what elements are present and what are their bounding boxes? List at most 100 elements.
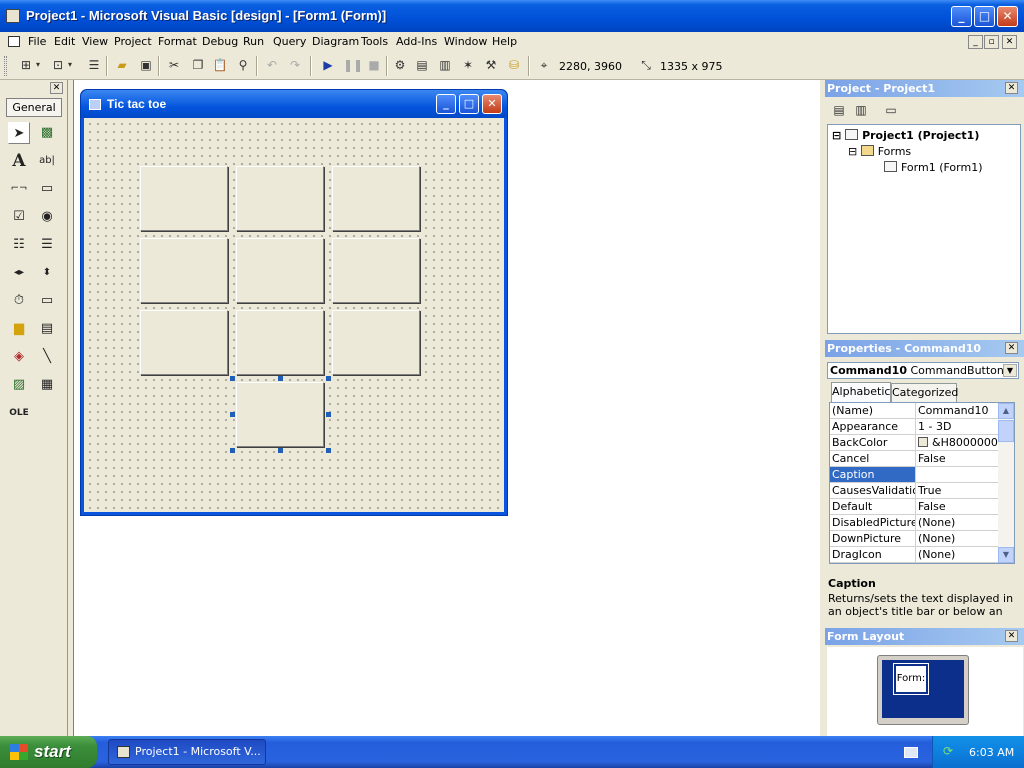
save-icon[interactable]: ▣ (138, 57, 154, 73)
properties-panel-close-button[interactable]: ✕ (1005, 342, 1018, 354)
property-row-selected[interactable]: Caption (830, 467, 998, 483)
open-project-icon[interactable]: ▰ (114, 57, 130, 73)
grid-button-1[interactable] (140, 166, 228, 231)
project-explorer-icon[interactable]: ⚙ (392, 57, 408, 73)
undo-icon[interactable]: ↶ (264, 57, 280, 73)
menu-project[interactable]: Project (114, 35, 152, 48)
tab-alphabetic[interactable]: Alphabetic (831, 382, 891, 403)
vscrollbar-tool-icon[interactable]: ⬍ (36, 262, 58, 284)
close-button[interactable]: ✕ (997, 6, 1018, 27)
resize-handle[interactable] (230, 376, 235, 381)
menu-editor-icon[interactable]: ☰ (86, 57, 102, 73)
property-grid-scrollbar[interactable]: ▲ ▼ (998, 403, 1014, 563)
shape-tool-icon[interactable]: ◈ (8, 346, 30, 368)
grid-button-2[interactable] (236, 166, 324, 231)
form-window[interactable]: Tic tac toe _ □ ✕ (80, 89, 508, 516)
property-value[interactable]: (None) (918, 515, 998, 530)
form-layout-icon[interactable]: ▥ (437, 57, 453, 73)
property-row[interactable]: Appearance 1 - 3D (830, 419, 998, 435)
dirlistbox-tool-icon[interactable]: ▆ (8, 318, 30, 340)
view-object-icon[interactable]: ▥ (853, 102, 869, 118)
add-form-dropdown-icon[interactable]: ▾ (66, 57, 74, 73)
resize-handle[interactable] (230, 448, 235, 453)
tree-collapse-icon[interactable]: ⊟ (848, 145, 857, 158)
textbox-tool-icon[interactable]: ab| (36, 150, 58, 172)
main-title-bar[interactable]: Project1 - Microsoft Visual Basic [desig… (0, 0, 1024, 32)
grid-button-6[interactable] (332, 238, 420, 303)
mdi-restore-button[interactable]: ▫ (984, 35, 999, 49)
start-button[interactable]: start (0, 736, 97, 768)
resize-handle[interactable] (326, 376, 331, 381)
line-tool-icon[interactable]: ╲ (36, 346, 58, 368)
properties-panel-title[interactable]: Properties - Command10 ✕ (825, 340, 1024, 357)
vb-app-icon[interactable] (6, 9, 20, 23)
object-browser-icon[interactable]: ✶ (460, 57, 476, 73)
clock[interactable]: 6:03 AM (969, 746, 1014, 759)
property-value[interactable]: Command10 (918, 403, 998, 418)
commandbutton-tool-icon[interactable]: ▭ (36, 178, 58, 200)
filelistbox-tool-icon[interactable]: ▤ (36, 318, 58, 340)
frame-tool-icon[interactable]: ⌐¬ (8, 178, 30, 200)
object-selector-dropdown[interactable]: Command10 CommandButton ▼ (827, 362, 1019, 379)
toolbar-grip[interactable] (4, 56, 7, 76)
grid-button-3[interactable] (332, 166, 420, 231)
property-row[interactable]: (Name) Command10 (830, 403, 998, 419)
start-run-icon[interactable]: ▶ (320, 57, 336, 73)
data-view-icon[interactable]: ⛁ (506, 57, 522, 73)
menu-file[interactable]: File (28, 35, 46, 48)
network-icon[interactable]: ⟳ (943, 744, 957, 758)
optionbutton-tool-icon[interactable]: ◉ (36, 206, 58, 228)
combobox-tool-icon[interactable]: ☷ (8, 234, 30, 256)
grid-button-4[interactable] (140, 238, 228, 303)
toggle-folders-icon[interactable]: ▭ (883, 102, 899, 118)
property-row[interactable]: BackColor &H8000000F (830, 435, 998, 451)
find-icon[interactable]: ⚲ (235, 57, 251, 73)
project-panel-title[interactable]: Project - Project1 ✕ (825, 80, 1024, 97)
resize-handle[interactable] (326, 448, 331, 453)
tab-categorized[interactable]: Categorized (891, 383, 958, 402)
add-form-icon[interactable]: ⊡ (50, 57, 66, 73)
form-layout-close-button[interactable]: ✕ (1005, 630, 1018, 642)
property-row[interactable]: Cancel False (830, 451, 998, 467)
timer-tool-icon[interactable]: ⏱ (8, 290, 30, 312)
data-tool-icon[interactable]: ▦ (36, 374, 58, 396)
tree-collapse-icon[interactable]: ⊟ (832, 129, 841, 142)
end-icon[interactable]: ■ (366, 57, 382, 73)
grid-button-5[interactable] (236, 238, 324, 303)
form-icon[interactable] (89, 99, 101, 110)
menu-add-ins[interactable]: Add-Ins (396, 35, 437, 48)
hscrollbar-tool-icon[interactable]: ◂▸ (8, 262, 30, 284)
grid-button-8[interactable] (236, 310, 324, 375)
resize-handle[interactable] (230, 412, 235, 417)
form-minimize-button[interactable]: _ (436, 94, 456, 114)
form-layout-preview[interactable]: Form: (893, 663, 929, 695)
property-value[interactable]: &H8000000F (918, 435, 998, 450)
menu-debug[interactable]: Debug (202, 35, 238, 48)
properties-window-icon[interactable]: ▤ (414, 57, 430, 73)
property-value[interactable]: (None) (918, 531, 998, 546)
menu-format[interactable]: Format (158, 35, 197, 48)
resize-handle[interactable] (278, 376, 283, 381)
ole-tool-icon[interactable]: OLE (8, 402, 30, 424)
property-value[interactable]: False (918, 451, 998, 466)
resize-handle[interactable] (326, 412, 331, 417)
menu-query[interactable]: Query (273, 35, 306, 48)
menu-tools[interactable]: Tools (361, 35, 388, 48)
property-value[interactable]: False (918, 499, 998, 514)
view-code-icon[interactable]: ▤ (831, 102, 847, 118)
menu-edit[interactable]: Edit (54, 35, 75, 48)
property-value[interactable]: 1 - 3D (918, 419, 998, 434)
property-row[interactable]: Default False (830, 499, 998, 515)
keyboard-icon[interactable] (904, 747, 918, 758)
toolbox-close-button[interactable]: ✕ (50, 82, 63, 94)
listbox-tool-icon[interactable]: ☰ (36, 234, 58, 256)
copy-icon[interactable]: ❐ (190, 57, 206, 73)
property-row[interactable]: DisabledPicture (None) (830, 515, 998, 531)
grid-button-9[interactable] (332, 310, 420, 375)
form-system-menu-icon[interactable] (8, 36, 20, 47)
grid-button-7[interactable] (140, 310, 228, 375)
form-layout-title[interactable]: Form Layout ✕ (825, 628, 1024, 645)
minimize-button[interactable]: _ (951, 6, 972, 27)
resize-handle[interactable] (278, 448, 283, 453)
maximize-button[interactable]: □ (974, 6, 995, 27)
